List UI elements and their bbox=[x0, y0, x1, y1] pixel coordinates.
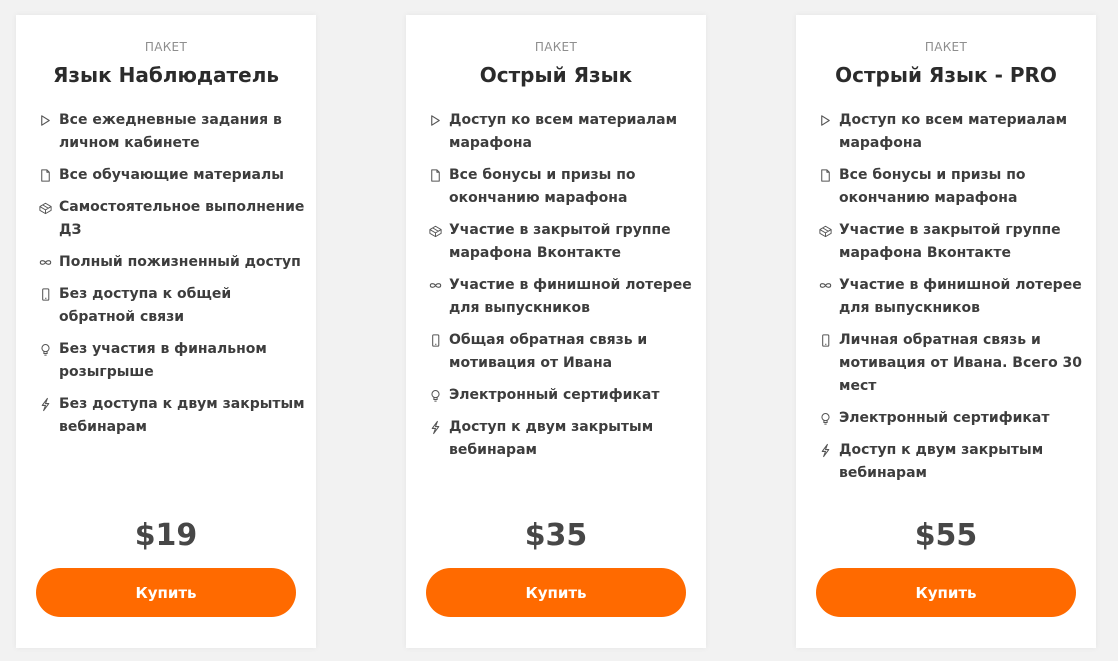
feature-item: Полный пожизненный доступ bbox=[38, 251, 306, 274]
package-label: ПАКЕТ bbox=[144, 40, 188, 54]
feature-text: Все обучающие материалы bbox=[59, 167, 284, 183]
infinity-icon bbox=[38, 255, 53, 270]
feature-item: Без доступа к двум закрытым вебинарам bbox=[38, 393, 306, 439]
buy-button[interactable]: Купить bbox=[816, 568, 1076, 617]
phone-icon bbox=[428, 333, 443, 348]
feature-text: Все бонусы и призы по окончанию марафона bbox=[839, 167, 1026, 206]
feature-list: Все ежедневные задания в личном кабинете… bbox=[38, 109, 306, 448]
buy-button[interactable]: Купить bbox=[36, 568, 296, 617]
price: $35 bbox=[524, 518, 588, 553]
feature-item: Общая обратная связь и мотивация от Иван… bbox=[428, 329, 696, 375]
pricing-cards: ПАКЕТ Язык Наблюдатель Все ежедневные за… bbox=[0, 0, 1118, 661]
feature-text: Доступ к двум закрытым вебинарам bbox=[449, 419, 654, 458]
feature-text: Доступ к двум закрытым вебинарам bbox=[839, 442, 1044, 481]
feature-item: Электронный сертификат bbox=[428, 384, 696, 407]
feature-text: Без доступа к двум закрытым вебинарам bbox=[59, 396, 305, 435]
feature-text: Участие в закрытой группе марафона Вконт… bbox=[839, 222, 1061, 261]
bulb-icon bbox=[818, 411, 833, 426]
feature-item: Доступ ко всем материалам марафона bbox=[818, 109, 1086, 155]
pricing-card: ПАКЕТ Острый Язык Доступ ко всем материа… bbox=[406, 15, 706, 648]
document-icon bbox=[38, 168, 53, 183]
infinity-icon bbox=[818, 278, 833, 293]
feature-text: Электронный сертификат bbox=[449, 387, 660, 403]
feature-item: Без участия в финальном розыгрыше bbox=[38, 338, 306, 384]
feature-item: Все ежедневные задания в личном кабинете bbox=[38, 109, 306, 155]
play-icon bbox=[428, 113, 443, 128]
feature-list: Доступ ко всем материалам марафона Все б… bbox=[428, 109, 696, 471]
bulb-icon bbox=[38, 342, 53, 357]
box-icon bbox=[818, 223, 833, 238]
feature-item: Личная обратная связь и мотивация от Ива… bbox=[818, 329, 1086, 398]
feature-item: Участие в финишной лотерее для выпускник… bbox=[428, 274, 696, 320]
lightning-icon bbox=[38, 397, 53, 412]
lightning-icon bbox=[428, 420, 443, 435]
box-icon bbox=[38, 200, 53, 215]
feature-text: Доступ ко всем материалам марафона bbox=[839, 112, 1068, 151]
lightning-icon bbox=[818, 443, 833, 458]
package-title: Острый Язык bbox=[479, 63, 633, 87]
package-title: Язык Наблюдатель bbox=[52, 63, 280, 87]
document-icon bbox=[428, 168, 443, 183]
bulb-icon bbox=[428, 388, 443, 403]
feature-text: Участие в финишной лотерее для выпускник… bbox=[839, 277, 1082, 316]
feature-item: Участие в закрытой группе марафона Вконт… bbox=[818, 219, 1086, 265]
feature-text: Доступ ко всем материалам марафона bbox=[449, 112, 678, 151]
feature-item: Доступ к двум закрытым вебинарам bbox=[818, 439, 1086, 485]
phone-icon bbox=[38, 287, 53, 302]
feature-text: Без доступа к общей обратной связи bbox=[59, 286, 232, 325]
feature-item: Доступ ко всем материалам марафона bbox=[428, 109, 696, 155]
feature-text: Все бонусы и призы по окончанию марафона bbox=[449, 167, 636, 206]
feature-text: Самостоятельное выполнение ДЗ bbox=[59, 199, 305, 238]
package-label: ПАКЕТ bbox=[534, 40, 578, 54]
feature-item: Доступ к двум закрытым вебинарам bbox=[428, 416, 696, 462]
feature-text: Личная обратная связь и мотивация от Ива… bbox=[839, 332, 1083, 394]
feature-item: Без доступа к общей обратной связи bbox=[38, 283, 306, 329]
feature-item: Все обучающие материалы bbox=[38, 164, 306, 187]
feature-item: Участие в финишной лотерее для выпускник… bbox=[818, 274, 1086, 320]
feature-item: Электронный сертификат bbox=[818, 407, 1086, 430]
package-title: Острый Язык - PRO bbox=[835, 63, 1057, 87]
feature-text: Полный пожизненный доступ bbox=[59, 254, 301, 270]
play-icon bbox=[818, 113, 833, 128]
feature-item: Все бонусы и призы по окончанию марафона bbox=[818, 164, 1086, 210]
document-icon bbox=[818, 168, 833, 183]
price: $19 bbox=[134, 518, 198, 553]
phone-icon bbox=[818, 333, 833, 348]
feature-text: Электронный сертификат bbox=[839, 410, 1050, 426]
feature-text: Участие в закрытой группе марафона Вконт… bbox=[449, 222, 671, 261]
feature-text: Все ежедневные задания в личном кабинете bbox=[59, 112, 282, 151]
buy-button[interactable]: Купить bbox=[426, 568, 686, 617]
infinity-icon bbox=[428, 278, 443, 293]
feature-text: Участие в финишной лотерее для выпускник… bbox=[449, 277, 692, 316]
box-icon bbox=[428, 223, 443, 238]
pricing-card: ПАКЕТ Острый Язык - PRO Доступ ко всем м… bbox=[796, 15, 1096, 648]
feature-text: Общая обратная связь и мотивация от Иван… bbox=[449, 332, 648, 371]
feature-item: Участие в закрытой группе марафона Вконт… bbox=[428, 219, 696, 265]
feature-list: Доступ ко всем материалам марафона Все б… bbox=[818, 109, 1086, 494]
feature-item: Все бонусы и призы по окончанию марафона bbox=[428, 164, 696, 210]
package-label: ПАКЕТ bbox=[924, 40, 968, 54]
pricing-card: ПАКЕТ Язык Наблюдатель Все ежедневные за… bbox=[16, 15, 316, 648]
play-icon bbox=[38, 113, 53, 128]
price: $55 bbox=[914, 518, 978, 553]
feature-text: Без участия в финальном розыгрыше bbox=[59, 341, 267, 380]
feature-item: Самостоятельное выполнение ДЗ bbox=[38, 196, 306, 242]
